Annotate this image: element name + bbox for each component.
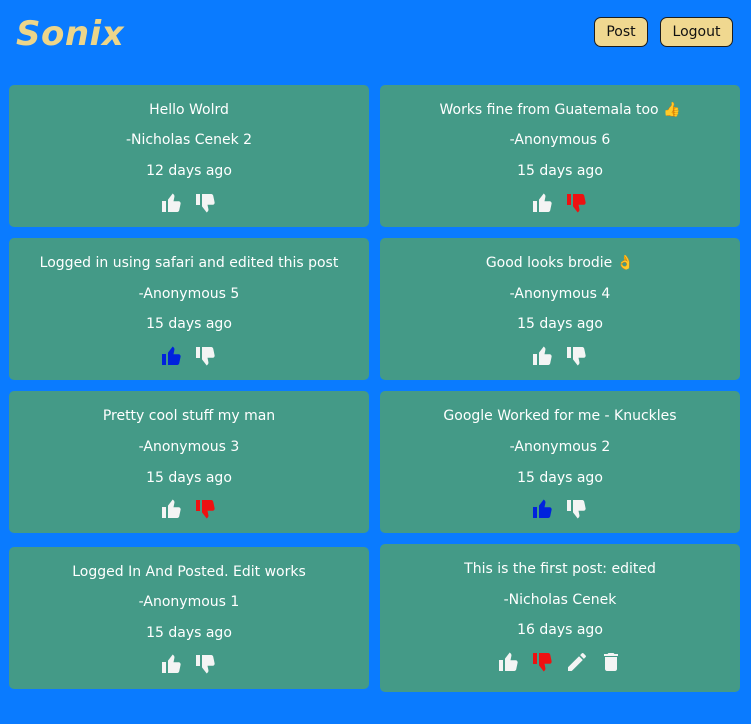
logout-button[interactable]: Logout <box>660 17 733 47</box>
thumbs-up-icon[interactable] <box>497 650 521 674</box>
post-card: Works fine from Guatemala too 👍 -Anonymo… <box>380 85 740 227</box>
post-text: Hello Wolrd <box>149 102 229 118</box>
thumbs-up-icon[interactable] <box>160 191 184 215</box>
post-text: Google Worked for me - Knuckles <box>443 408 677 424</box>
post-button[interactable]: Post <box>594 17 648 47</box>
post-time: 15 days ago <box>517 316 603 332</box>
post-author: -Anonymous 2 <box>509 439 611 455</box>
post-time: 15 days ago <box>146 470 232 486</box>
post-time: 15 days ago <box>146 316 232 332</box>
post-text: Logged In And Posted. Edit works <box>72 564 306 580</box>
post-time: 15 days ago <box>146 625 232 641</box>
thumbs-down-icon[interactable] <box>194 344 218 368</box>
thumbs-up-icon[interactable] <box>531 191 555 215</box>
post-author: -Anonymous 5 <box>138 286 240 302</box>
post-actions <box>380 650 740 674</box>
post-text: This is the first post: edited <box>464 561 656 577</box>
post-author: -Nicholas Cenek <box>503 592 617 608</box>
thumbs-down-icon[interactable] <box>531 650 555 674</box>
post-time: 16 days ago <box>517 622 603 638</box>
post-card: Pretty cool stuff my man -Anonymous 3 15… <box>9 391 369 533</box>
post-actions <box>9 497 369 521</box>
post-card: This is the first post: edited -Nicholas… <box>380 544 740 692</box>
post-card: Logged In And Posted. Edit works -Anonym… <box>9 547 369 689</box>
post-text: Pretty cool stuff my man <box>102 408 276 424</box>
post-actions <box>9 652 369 676</box>
post-text: Good looks brodie 👌 <box>485 255 635 271</box>
post-text: Works fine from Guatemala too 👍 <box>439 102 681 118</box>
post-author: -Nicholas Cenek 2 <box>125 132 253 148</box>
post-author: -Anonymous 3 <box>138 439 240 455</box>
post-text: Logged in using safari and edited this p… <box>39 255 339 271</box>
post-author: -Anonymous 6 <box>509 132 611 148</box>
thumbs-down-icon[interactable] <box>565 344 589 368</box>
post-time: 15 days ago <box>517 470 603 486</box>
post-actions <box>380 497 740 521</box>
thumbs-down-icon[interactable] <box>194 191 218 215</box>
post-card: Google Worked for me - Knuckles -Anonymo… <box>380 391 740 533</box>
thumbs-down-icon[interactable] <box>565 497 589 521</box>
thumbs-up-icon[interactable] <box>531 344 555 368</box>
post-actions <box>9 344 369 368</box>
thumbs-up-icon[interactable] <box>160 652 184 676</box>
app-logo: Sonix <box>16 14 125 54</box>
post-card: Good looks brodie 👌 -Anonymous 4 15 days… <box>380 238 740 380</box>
post-card: Hello Wolrd -Nicholas Cenek 2 12 days ag… <box>9 85 369 227</box>
post-card: Logged in using safari and edited this p… <box>9 238 369 380</box>
thumbs-up-icon[interactable] <box>531 497 555 521</box>
post-time: 12 days ago <box>146 163 232 179</box>
post-author: -Anonymous 4 <box>509 286 611 302</box>
delete-icon[interactable] <box>599 650 623 674</box>
post-actions <box>9 191 369 215</box>
post-actions <box>380 344 740 368</box>
thumbs-down-icon[interactable] <box>565 191 589 215</box>
post-time: 15 days ago <box>517 163 603 179</box>
thumbs-down-icon[interactable] <box>194 652 218 676</box>
edit-icon[interactable] <box>565 650 589 674</box>
thumbs-down-icon[interactable] <box>194 497 218 521</box>
thumbs-up-icon[interactable] <box>160 497 184 521</box>
thumbs-up-icon[interactable] <box>160 344 184 368</box>
post-actions <box>380 191 740 215</box>
post-author: -Anonymous 1 <box>138 594 240 610</box>
